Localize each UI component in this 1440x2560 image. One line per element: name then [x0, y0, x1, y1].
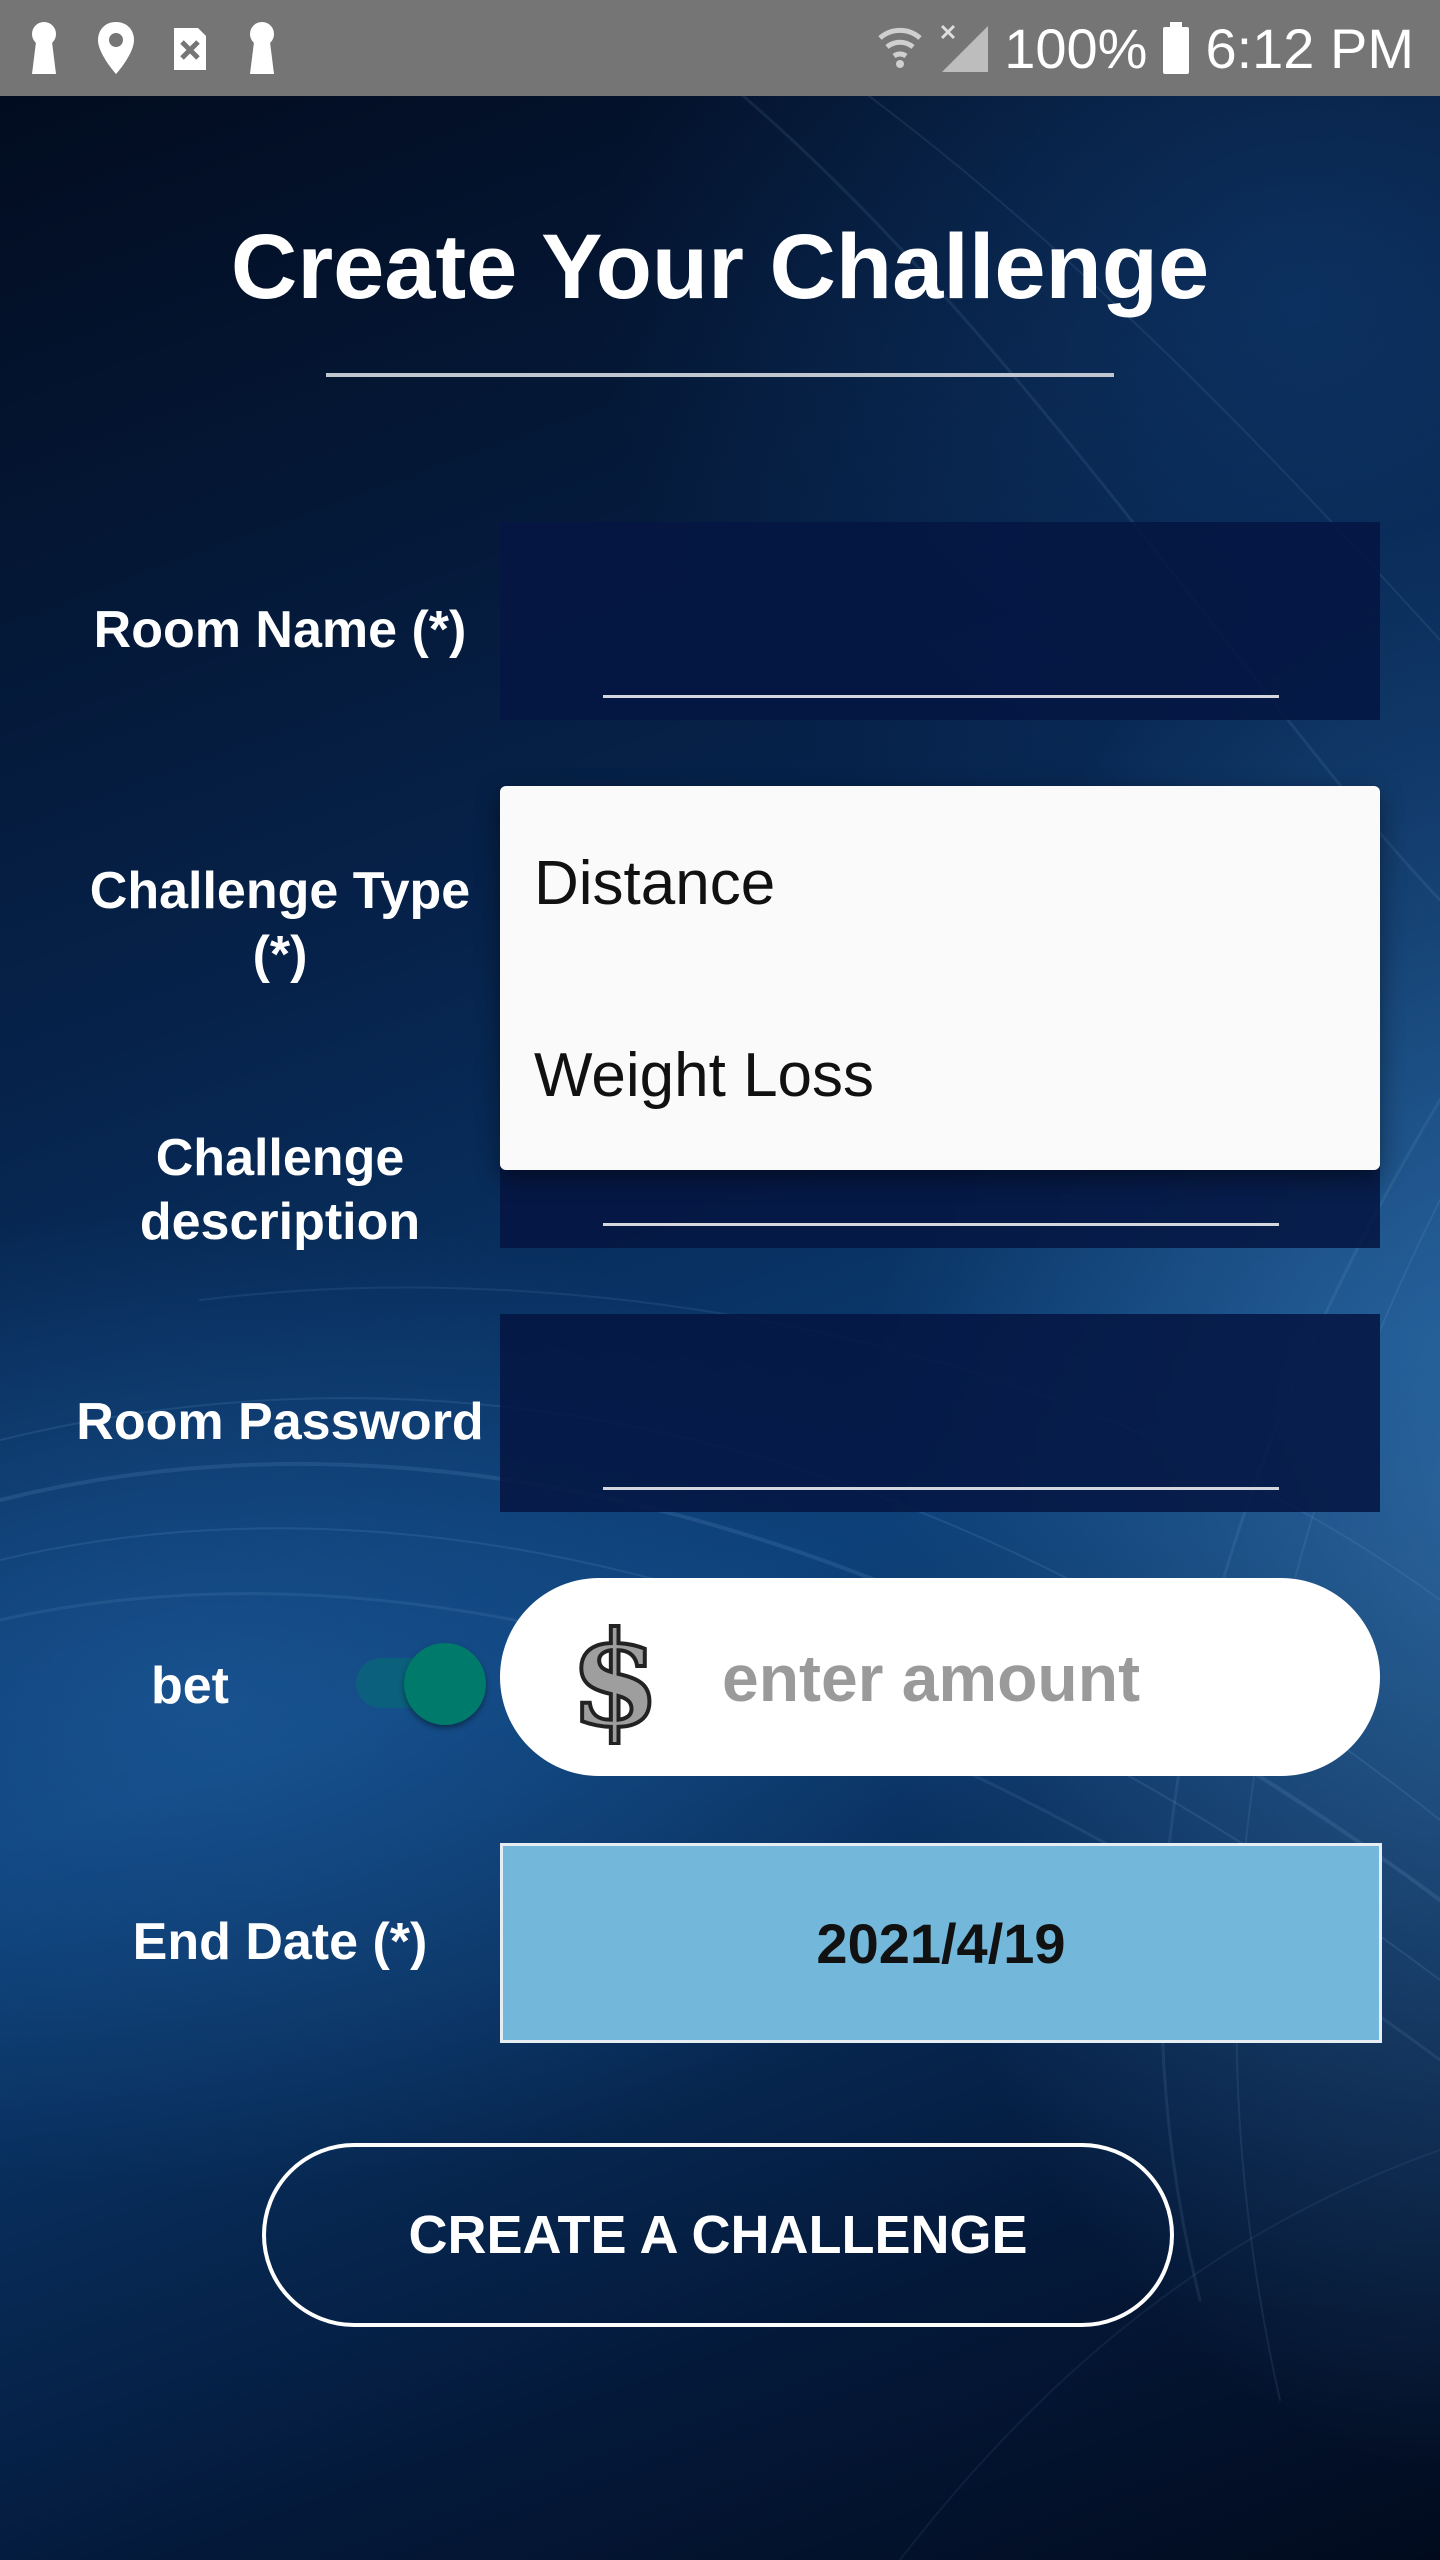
signal-icon [941, 24, 989, 72]
end-date-value: 2021/4/19 [816, 1911, 1066, 1975]
keyhole-icon [32, 22, 56, 74]
room-password-input[interactable] [603, 1417, 1279, 1490]
room-name-input[interactable] [603, 625, 1279, 698]
challenge-type-label: Challenge Type (*) [89, 862, 471, 984]
dropdown-option-weight-loss[interactable]: Weight Loss [534, 1040, 874, 1111]
bet-label: bet [151, 1657, 229, 1715]
dropdown-option-distance[interactable]: Distance [534, 848, 775, 919]
end-date-label: End Date (*) [132, 1913, 428, 1971]
create-challenge-button[interactable]: CREATE A CHALLENGE [262, 2143, 1174, 2327]
dollar-symbol: $ [570, 1615, 660, 1745]
battery-percent: 100% [1004, 16, 1148, 80]
battery-icon [1163, 22, 1190, 74]
keyhole-icon [250, 22, 274, 74]
status-bar: 100% 6:12 PM [0, 0, 1440, 96]
title-divider [326, 373, 1114, 377]
location-pin-icon [98, 22, 134, 74]
end-date-picker[interactable]: 2021/4/19 [500, 1843, 1382, 2043]
clock: 6:12 PM [1205, 16, 1414, 80]
challenge-description-label: Challenge description [139, 1129, 421, 1251]
close-square-icon [174, 28, 206, 70]
page-title: Create Your Challenge [230, 216, 1210, 318]
room-name-label: Room Name (*) [93, 601, 467, 659]
wifi-icon [878, 27, 922, 68]
challenge-type-dropdown: Distance Weight Loss [500, 786, 1380, 1170]
create-challenge-screen: 100% 6:12 PM Create Your Challenge Room … [0, 0, 1440, 2560]
dollar-icon: $ [568, 1615, 662, 1745]
bet-toggle-knob[interactable] [404, 1643, 486, 1725]
bet-amount-input[interactable] [722, 1628, 1322, 1728]
room-password-label: Room Password [76, 1393, 484, 1451]
